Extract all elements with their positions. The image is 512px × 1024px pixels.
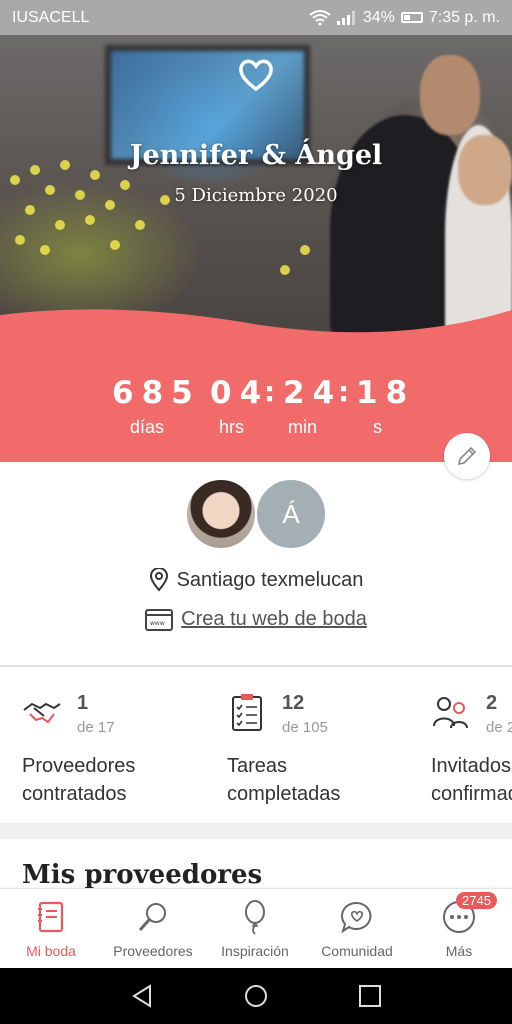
status-indicators: 34% 7:35 p. m. <box>309 9 500 27</box>
countdown-separator: : <box>338 375 350 408</box>
stat-tasks-count: 12 <box>282 692 305 714</box>
balloon-icon <box>245 900 265 935</box>
clock: 7:35 p. m. <box>428 8 500 26</box>
couple-names: Jennifer & Ángel <box>129 140 383 171</box>
countdown-seconds: 18 <box>356 375 416 411</box>
stat-guests-total: de 2 <box>486 719 512 736</box>
magnifier-icon <box>138 903 166 932</box>
stat-tasks[interactable]: 12 de 105 Tareas completadas <box>227 690 417 810</box>
notebook-icon <box>38 901 64 933</box>
wifi-icon <box>309 9 331 25</box>
countdown-minutes-label: min <box>288 417 318 437</box>
svg-text:www: www <box>150 620 165 627</box>
countdown-hours: 04 <box>210 375 270 411</box>
avatar-bride[interactable] <box>185 478 257 550</box>
nav-label: Más <box>445 943 473 959</box>
nav-label: Mi boda <box>26 943 76 959</box>
nav-inspiracion[interactable]: Inspiración <box>204 889 306 969</box>
countdown-days-label: días <box>130 417 165 437</box>
divider <box>0 665 512 667</box>
wedding-date: 5 Diciembre 2020 <box>174 185 338 206</box>
carrier-label: IUSACELL <box>12 8 90 26</box>
stat-vendors[interactable]: 1 de 17 Proveedores contratados <box>22 690 212 810</box>
stat-guests[interactable]: 2 de 2 Invitadosconfirmados <box>431 690 512 810</box>
status-bar: IUSACELL 34% 7:35 p. m. <box>0 0 512 35</box>
nav-comunidad[interactable]: Comunidad <box>306 889 408 969</box>
system-navigation-bar <box>0 968 512 1024</box>
create-website-text: Crea tu web de boda <box>181 608 367 630</box>
countdown-seconds-label: s <box>373 417 382 437</box>
home-icon[interactable] <box>242 982 270 1010</box>
hero-wave <box>0 309 512 345</box>
countdown-minutes: 24 <box>283 375 343 411</box>
battery-icon <box>400 12 423 23</box>
stat-vendors-label: Proveedores contratados <box>22 755 136 805</box>
notification-badge: 2745 <box>456 892 497 909</box>
stat-tasks-total: de 105 <box>282 719 328 736</box>
section-separator <box>0 823 512 839</box>
create-website-link[interactable]: www Crea tu web de boda <box>0 608 512 631</box>
battery-percent: 34% <box>362 8 395 26</box>
hero-person-groom-face <box>420 55 480 135</box>
countdown-panel: 685 04 : 24 : 18 días hrs min s <box>0 345 512 462</box>
nav-label: Proveedores <box>113 943 193 959</box>
countdown-days: 685 <box>112 375 201 411</box>
avatar-partner[interactable]: Á <box>255 478 327 550</box>
nav-label: Comunidad <box>321 943 393 959</box>
checklist-icon <box>232 694 262 731</box>
stat-guests-label: Invitadosconfirmados <box>431 755 512 805</box>
nav-proveedores[interactable]: Proveedores <box>102 889 204 969</box>
stat-vendors-total: de 17 <box>77 719 115 736</box>
stat-guests-count: 2 <box>486 692 498 714</box>
hero-photo: Jennifer & Ángel 5 Diciembre 2020 <box>0 35 512 345</box>
countdown-separator: : <box>264 375 276 408</box>
bottom-navigation: Mi boda Proveedores Inspiración Comunida… <box>0 888 512 968</box>
avatar-initial: Á <box>282 498 300 529</box>
location-row: Santiago texmelucan <box>0 568 512 592</box>
recents-icon[interactable] <box>356 982 384 1010</box>
countdown-hours-label: hrs <box>219 417 245 437</box>
nav-mi-boda[interactable]: Mi boda <box>0 889 102 969</box>
browser-icon: www <box>145 608 174 631</box>
chat-heart-icon <box>341 901 372 934</box>
pencil-icon <box>457 446 477 466</box>
signal-icon <box>336 10 355 25</box>
stat-vendors-count: 1 <box>77 692 89 714</box>
edit-button[interactable] <box>444 433 490 479</box>
my-vendors-heading: Mis proveedores <box>22 860 263 890</box>
guests-icon <box>433 697 468 729</box>
heart-icon <box>239 59 273 92</box>
location-pin-icon <box>149 568 168 592</box>
back-icon[interactable] <box>128 982 156 1010</box>
nav-label: Inspiración <box>221 943 289 959</box>
handshake-icon <box>23 702 61 724</box>
stat-tasks-label: Tareas completadas <box>227 755 341 805</box>
location-text: Santiago texmelucan <box>176 568 364 591</box>
nav-mas[interactable]: 2745 Más <box>408 889 510 969</box>
